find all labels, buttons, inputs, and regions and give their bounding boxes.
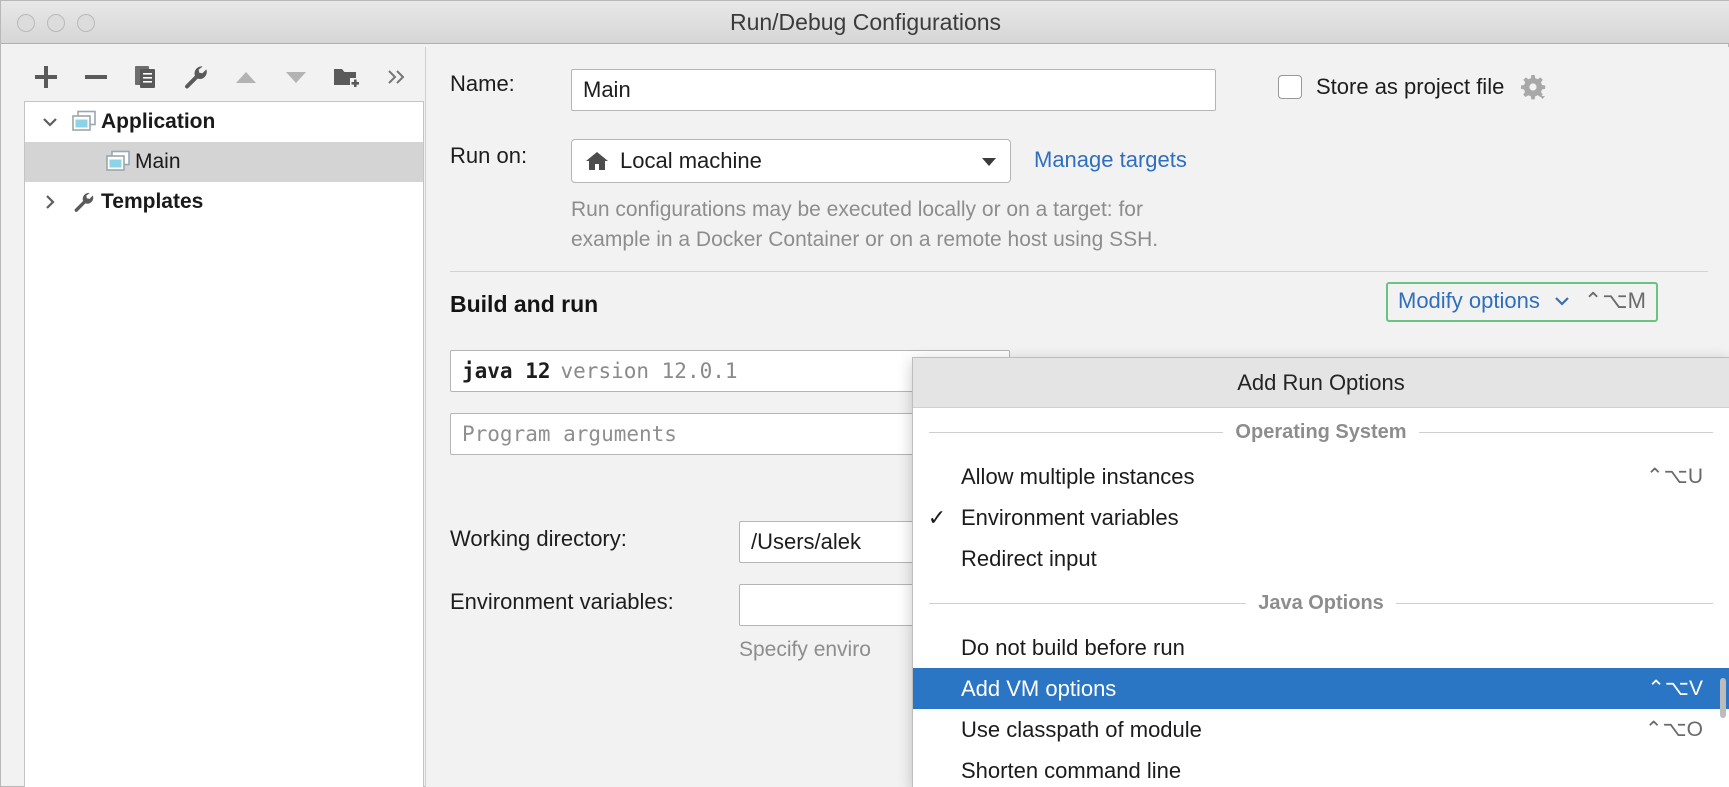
tree-item-application[interactable]: Application — [25, 102, 423, 142]
modify-options-label: Modify options — [1398, 288, 1540, 314]
menu-item-label: Do not build before run — [961, 635, 1703, 661]
menu-item-shortcut: ⌃⌥V — [1647, 676, 1703, 701]
remove-button[interactable] — [71, 56, 121, 98]
environment-variables-row: Environment variables: — [450, 589, 674, 615]
move-up-button[interactable] — [221, 56, 271, 98]
tree-item-templates[interactable]: Templates — [25, 182, 423, 222]
working-directory-label: Working directory: — [450, 526, 627, 552]
environment-variables-label: Environment variables: — [450, 589, 674, 615]
build-and-run-divider — [450, 271, 1708, 272]
section-label: Java Options — [1258, 592, 1384, 615]
environment-variables-hint: Specify enviro — [739, 635, 871, 665]
run-on-row: Run on: — [450, 143, 527, 169]
tree-item-label: Templates — [101, 190, 203, 214]
menu-item-label: Add VM options — [961, 676, 1647, 702]
tree-item-label: Main — [135, 150, 181, 174]
program-arguments-placeholder: Program arguments — [462, 422, 677, 446]
menu-item-label: Use classpath of module — [961, 717, 1645, 743]
separator-line-left — [929, 432, 1223, 433]
add-button[interactable] — [21, 56, 71, 98]
run-on-label: Run on: — [450, 143, 527, 169]
menu-item-use-classpath-of-module[interactable]: Use classpath of module ⌃⌥O — [913, 709, 1729, 750]
manage-targets-link[interactable]: Manage targets — [1034, 147, 1187, 173]
menu-item-do-not-build-before-run[interactable]: Do not build before run — [913, 627, 1729, 668]
menu-item-add-vm-options[interactable]: Add VM options ⌃⌥V — [913, 668, 1729, 709]
store-as-project-file-row[interactable]: Store as project file — [1278, 72, 1548, 102]
home-icon — [584, 149, 610, 173]
more-button[interactable] — [371, 56, 421, 98]
name-input-value: Main — [583, 77, 631, 103]
run-on-dropdown[interactable]: Local machine — [571, 139, 1011, 183]
modify-options-shortcut: ⌃⌥M — [1584, 288, 1646, 314]
add-run-options-popup[interactable]: Add Run Options Operating System Allow m… — [912, 357, 1729, 787]
wrench-icon — [67, 182, 101, 222]
section-label: Operating System — [1235, 421, 1406, 444]
menu-item-allow-multiple-instances[interactable]: Allow multiple instances ⌃⌥U — [913, 456, 1729, 497]
separator-line-right — [1419, 432, 1713, 433]
menu-item-label: Redirect input — [961, 546, 1703, 572]
run-debug-configurations-window: Run/Debug Configurations — [0, 0, 1729, 787]
section-separator-operating-system: Operating System — [913, 408, 1729, 456]
section-separator-java-options: Java Options — [913, 579, 1729, 627]
checkmark-icon: ✓ — [913, 505, 961, 531]
menu-item-environment-variables[interactable]: ✓ Environment variables — [913, 497, 1729, 538]
build-and-run-title: Build and run — [450, 291, 598, 318]
working-directory-row: Working directory: — [450, 526, 627, 552]
store-as-project-file-checkbox[interactable] — [1278, 75, 1302, 99]
gear-icon[interactable] — [1518, 72, 1548, 102]
separator-line-right — [1396, 603, 1713, 604]
window-title: Run/Debug Configurations — [1, 1, 1729, 44]
title-bar: Run/Debug Configurations — [1, 1, 1729, 44]
configurations-tree[interactable]: Application Main — [24, 101, 424, 787]
run-on-help-text: Run configurations may be executed local… — [571, 195, 1271, 255]
jre-value-version: version 12.0.1 — [561, 359, 738, 383]
move-down-button[interactable] — [271, 56, 321, 98]
modify-options-button[interactable]: Modify options ⌃⌥M — [1386, 282, 1658, 322]
tree-item-main[interactable]: Main — [25, 142, 423, 182]
chevron-down-icon[interactable] — [33, 102, 67, 142]
separator-line-left — [929, 603, 1246, 604]
chevron-down-icon — [1552, 292, 1572, 310]
run-on-help-line-1: Run configurations may be executed local… — [571, 195, 1271, 225]
name-label: Name: — [450, 71, 515, 97]
application-icon — [67, 102, 101, 142]
menu-item-redirect-input[interactable]: Redirect input — [913, 538, 1729, 579]
menu-item-shortcut: ⌃⌥U — [1646, 464, 1703, 489]
run-on-value: Local machine — [620, 148, 762, 174]
menu-item-shortcut: ⌃⌥O — [1645, 717, 1703, 742]
popup-scrollbar[interactable] — [1720, 678, 1726, 718]
name-input[interactable]: Main — [571, 69, 1216, 111]
menu-item-label: Environment variables — [961, 505, 1703, 531]
application-icon — [101, 142, 135, 182]
tree-indent — [67, 142, 101, 182]
popup-title: Add Run Options — [913, 358, 1729, 408]
tree-item-label: Application — [101, 110, 215, 134]
chevron-right-icon[interactable] — [33, 182, 67, 222]
new-folder-button[interactable] — [321, 56, 371, 98]
store-as-project-file-label: Store as project file — [1316, 74, 1504, 100]
chevron-down-icon[interactable] — [978, 150, 1000, 172]
menu-item-label: Shorten command line — [961, 758, 1703, 784]
copy-configuration-button[interactable] — [121, 56, 171, 98]
menu-item-label: Allow multiple instances — [961, 464, 1646, 490]
configurations-toolbar — [21, 53, 421, 101]
menu-item-shorten-command-line[interactable]: Shorten command line — [913, 750, 1729, 787]
jre-value-name: java 12 — [462, 359, 551, 383]
working-directory-value: /Users/alek — [751, 529, 861, 555]
name-row: Name: — [450, 71, 515, 97]
run-on-help-line-2: example in a Docker Container or on a re… — [571, 225, 1271, 255]
edit-templates-button[interactable] — [171, 56, 221, 98]
